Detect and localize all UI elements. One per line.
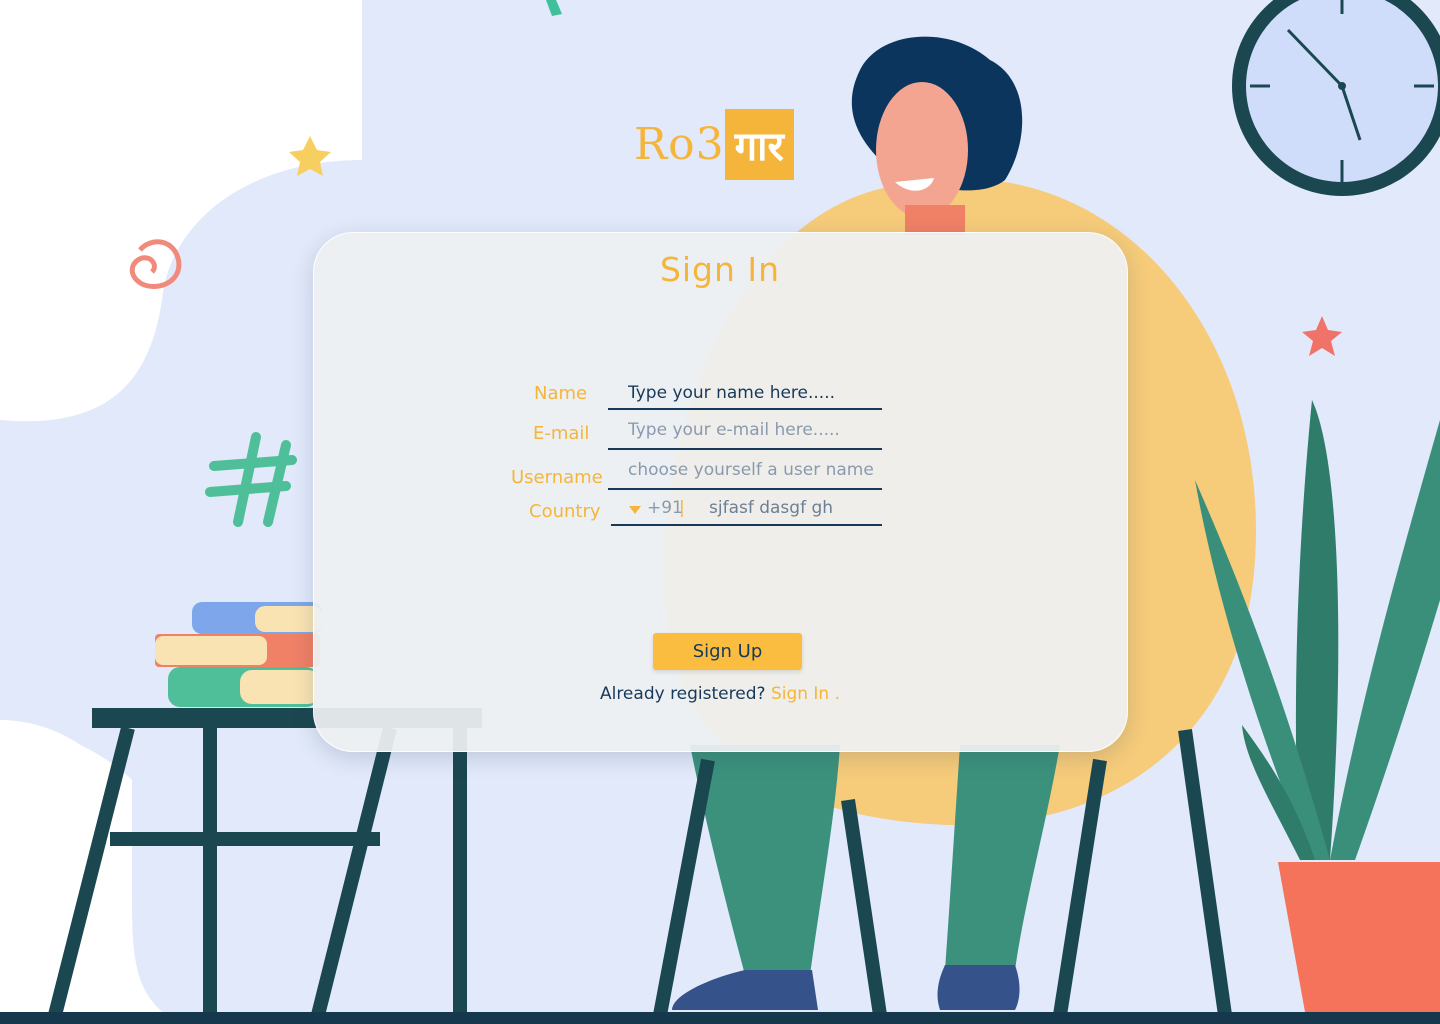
name-field-wrapper — [608, 380, 882, 410]
username-input[interactable] — [628, 460, 878, 480]
dial-code[interactable]: +91 — [647, 498, 683, 518]
sign-in-link[interactable]: Sign In . — [771, 684, 840, 704]
signin-footer: Already registered? Sign In . — [0, 684, 1440, 704]
dropdown-arrow-icon[interactable] — [629, 506, 641, 514]
form-title: Sign In — [659, 250, 781, 289]
sign-up-button[interactable]: Sign Up — [653, 633, 802, 670]
already-registered-text: Already registered? — [599, 684, 766, 704]
name-label: Name — [534, 383, 588, 404]
brand-logo: Ro3 गार — [634, 108, 794, 180]
email-label: E-mail — [533, 423, 590, 444]
username-label: Username — [511, 467, 603, 488]
brand-logo-devanagari: गार — [724, 108, 794, 180]
username-field-wrapper — [608, 460, 882, 490]
name-input[interactable] — [628, 383, 878, 403]
country-phone-field: +91 | sjfasf dasgf gh — [611, 496, 882, 526]
phone-input[interactable]: sjfasf dasgf gh — [709, 498, 833, 518]
country-label: Country — [529, 501, 601, 522]
email-field-wrapper — [608, 420, 882, 450]
brand-logo-latin: Ro3 — [634, 118, 725, 170]
signin-card — [313, 232, 1128, 752]
dial-separator: | — [679, 498, 685, 518]
email-input[interactable] — [628, 420, 878, 440]
